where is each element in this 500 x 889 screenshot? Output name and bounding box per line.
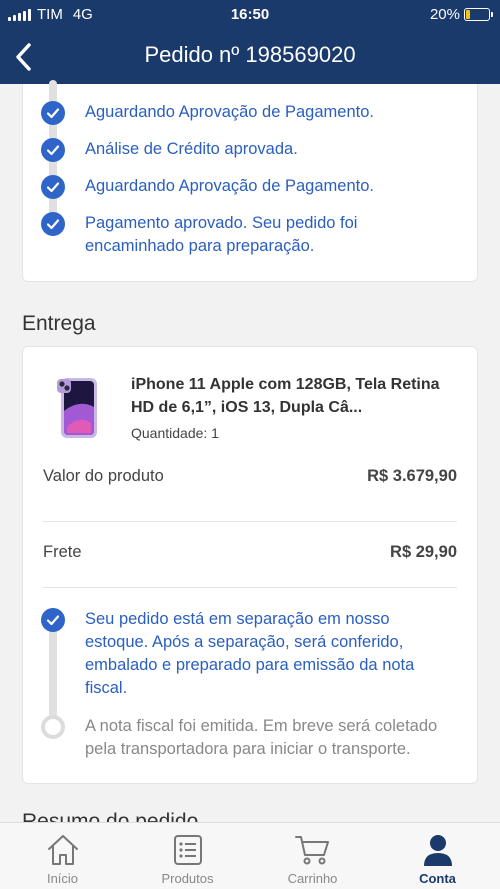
product-value-row: Valor do produto R$ 3.679,90 xyxy=(43,467,457,486)
list-icon xyxy=(173,835,202,865)
shipping-label: Frete xyxy=(43,543,82,561)
product-quantity: Quantidade: 1 xyxy=(131,425,219,441)
tab-carrinho[interactable]: Carrinho xyxy=(250,823,375,889)
product-value: R$ 3.679,90 xyxy=(367,467,457,485)
delivery-card: iPhone 11 Apple com 128GB, Tela Retina H… xyxy=(22,346,478,784)
check-icon xyxy=(41,175,65,199)
shipping-row: Frete R$ 29,90 xyxy=(43,543,457,562)
check-icon xyxy=(41,212,65,236)
tracking-item: A nota fiscal foi emitida. Em breve será… xyxy=(41,715,451,761)
status-history-card: Aguardando Aprovação de Pagamento. Análi… xyxy=(22,80,478,282)
shipping-value: R$ 29,90 xyxy=(390,543,457,561)
user-icon xyxy=(423,835,452,866)
status-text: Aguardando Aprovação de Pagamento. xyxy=(85,103,374,121)
tracking-text: Seu pedido está em separação em nosso es… xyxy=(85,610,415,697)
divider xyxy=(43,587,457,588)
check-icon xyxy=(41,608,65,632)
status-right: 20% xyxy=(429,6,493,23)
tab-label: Produtos xyxy=(161,871,214,886)
tab-inicio[interactable]: Início xyxy=(0,823,125,889)
section-title-entrega: Entrega xyxy=(22,312,96,335)
home-icon xyxy=(47,835,78,865)
check-icon xyxy=(41,138,65,162)
tab-label: Conta xyxy=(419,871,456,886)
tab-label: Carrinho xyxy=(287,871,338,886)
status-item: Análise de Crédito aprovada. xyxy=(41,138,298,162)
tracking-text: A nota fiscal foi emitida. Em breve será… xyxy=(85,717,438,758)
status-text: Pagamento aprovado. Seu pedido foi encam… xyxy=(85,214,358,255)
battery-icon xyxy=(464,8,493,21)
header: Pedido nº 198569020 xyxy=(0,30,500,84)
product-image[interactable] xyxy=(55,377,103,439)
page-title: Pedido nº 198569020 xyxy=(144,42,356,67)
tab-bar: Início Produtos Carrinho Conta xyxy=(0,822,500,889)
cart-icon xyxy=(294,836,329,865)
battery-label: 20% xyxy=(429,6,460,23)
tab-produtos[interactable]: Produtos xyxy=(125,823,250,889)
product-name[interactable]: iPhone 11 Apple com 128GB, Tela Retina H… xyxy=(131,373,461,419)
status-time: 16:50 xyxy=(230,6,270,23)
divider xyxy=(43,521,457,522)
status-item: Pagamento aprovado. Seu pedido foi encam… xyxy=(41,212,401,258)
product-value-label: Valor do produto xyxy=(43,467,164,485)
pending-circle-icon xyxy=(41,715,65,739)
status-text: Aguardando Aprovação de Pagamento. xyxy=(85,177,374,195)
tab-conta[interactable]: Conta xyxy=(375,823,500,889)
status-item: Aguardando Aprovação de Pagamento. xyxy=(41,101,374,125)
tab-label: Início xyxy=(46,871,79,886)
tracking-item: Seu pedido está em separação em nosso es… xyxy=(41,608,451,700)
status-item: Aguardando Aprovação de Pagamento. xyxy=(41,175,374,199)
check-icon xyxy=(41,101,65,125)
status-text: Análise de Crédito aprovada. xyxy=(85,140,298,158)
status-bar: TIM 4G 16:50 20% xyxy=(0,0,500,30)
